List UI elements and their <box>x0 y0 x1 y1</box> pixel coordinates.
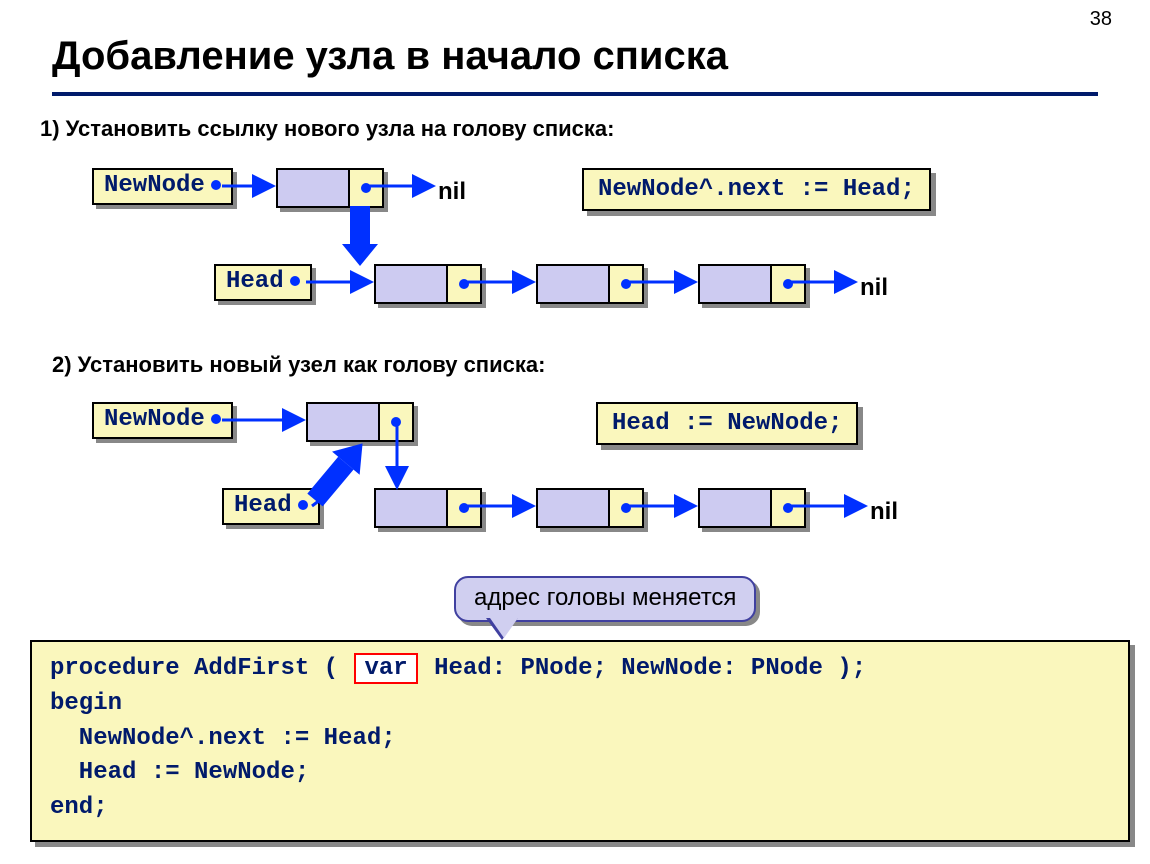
step1-heading: 1) Установить ссылку нового узла на голо… <box>40 116 614 142</box>
slide-page: 38 Добавление узла в начало списка 1) Ус… <box>0 0 1150 864</box>
step2-heading: 2) Установить новый узел как голову спис… <box>52 352 545 378</box>
node-ptr-cell <box>610 490 642 526</box>
nil-label: nil <box>860 274 888 302</box>
pointer-dot-icon <box>621 503 631 513</box>
callout-bubble: адрес головы меняется <box>454 576 756 622</box>
code-step1: NewNode^.next := Head; <box>582 168 931 211</box>
callout-tail-icon <box>490 618 518 638</box>
pointer-dot-icon <box>361 183 371 193</box>
list-node <box>536 488 644 528</box>
node-ptr-cell <box>772 490 804 526</box>
code-procedure: procedure AddFirst ( var Head: PNode; Ne… <box>30 640 1130 842</box>
node-data-cell <box>700 266 772 302</box>
pointer-dot-icon <box>211 414 221 424</box>
pointer-dot-icon <box>621 279 631 289</box>
newnode-label-2-text: NewNode <box>104 406 205 433</box>
node-ptr-cell <box>772 266 804 302</box>
node-ptr-cell <box>448 266 480 302</box>
list-node <box>698 488 806 528</box>
newnode-label-1-text: NewNode <box>104 172 205 199</box>
code-line: begin <box>50 690 122 717</box>
list-node <box>306 402 414 442</box>
node-data-cell <box>538 490 610 526</box>
list-node <box>276 168 384 208</box>
proc-kw: procedure AddFirst ( <box>50 655 352 682</box>
nil-label: nil <box>438 178 466 206</box>
page-number: 38 <box>1090 8 1112 31</box>
node-ptr-cell <box>448 490 480 526</box>
node-data-cell <box>308 404 380 440</box>
node-data-cell <box>376 490 448 526</box>
pointer-dot-icon <box>783 503 793 513</box>
pointer-dot-icon <box>391 417 401 427</box>
head-label-2: Head <box>222 488 320 525</box>
node-data-cell <box>278 170 350 206</box>
code-line: NewNode^.next := Head; <box>50 725 396 752</box>
list-node <box>536 264 644 304</box>
code-step2: Head := NewNode; <box>596 402 858 445</box>
proc-rest: Head: PNode; NewNode: PNode ); <box>420 655 866 682</box>
code-line: Head := NewNode; <box>50 759 309 786</box>
pointer-dot-icon <box>298 500 308 510</box>
node-ptr-cell <box>380 404 412 440</box>
pointer-dot-icon <box>459 503 469 513</box>
var-keyword-highlight: var <box>354 653 417 684</box>
node-data-cell <box>376 266 448 302</box>
node-ptr-cell <box>610 266 642 302</box>
head-label-2-text: Head <box>234 492 292 519</box>
head-label-1-text: Head <box>226 268 284 295</box>
list-node <box>374 264 482 304</box>
head-label-1: Head <box>214 264 312 301</box>
list-node <box>374 488 482 528</box>
list-node <box>698 264 806 304</box>
big-arrow-down-icon <box>342 206 378 266</box>
node-data-cell <box>538 266 610 302</box>
pointer-dot-icon <box>211 180 221 190</box>
pointer-dot-icon <box>783 279 793 289</box>
title-rule <box>52 92 1098 96</box>
code-line: end; <box>50 794 108 821</box>
nil-label: nil <box>870 498 898 526</box>
slide-title: Добавление узла в начало списка <box>52 34 728 79</box>
pointer-dot-icon <box>459 279 469 289</box>
node-ptr-cell <box>350 170 382 206</box>
newnode-label-1: NewNode <box>92 168 233 205</box>
pointer-dot-icon <box>290 276 300 286</box>
node-data-cell <box>700 490 772 526</box>
newnode-label-2: NewNode <box>92 402 233 439</box>
